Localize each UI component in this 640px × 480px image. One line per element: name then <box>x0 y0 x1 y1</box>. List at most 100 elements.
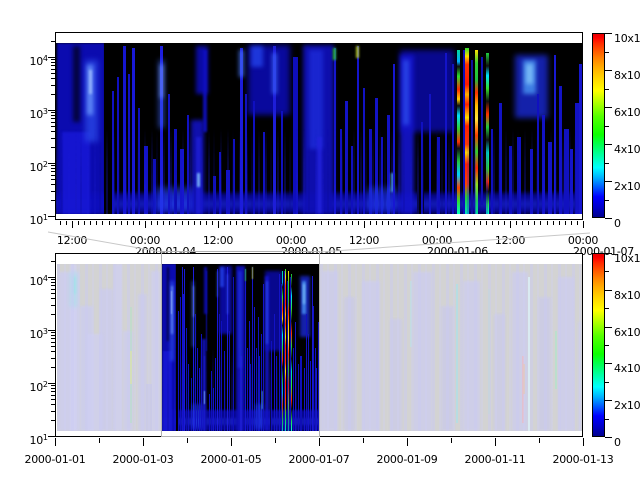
y-minor-tick <box>51 62 55 63</box>
detail-spectrogram-image[interactable] <box>56 43 582 214</box>
x-minor-tick <box>553 221 554 225</box>
spectrogram-feature <box>309 50 323 149</box>
x-minor-tick <box>480 221 481 225</box>
x-minor-tick <box>255 221 256 225</box>
colorbar-major-tick <box>605 107 612 108</box>
spectrogram-feature <box>263 132 265 214</box>
x-date-label: 2000-01-03 <box>109 448 177 467</box>
x-minor-tick <box>90 221 91 225</box>
x-tick-time-label: 12:00 <box>188 229 248 248</box>
x-minor-tick <box>182 221 183 225</box>
colorbar-minor-tick <box>605 163 609 164</box>
x-minor-tick <box>78 221 79 225</box>
colorbar-major-tick <box>605 327 612 328</box>
spectrogram-feature <box>494 314 505 431</box>
x-major-tick <box>72 221 73 228</box>
colorbar-major-tick <box>605 181 612 182</box>
colorbar-minor-tick <box>605 126 609 127</box>
colorbar-minor-tick <box>605 200 609 201</box>
x-minor-tick <box>230 221 231 225</box>
colorbar-minor-tick <box>605 308 609 309</box>
colorbar-major-tick <box>605 400 612 401</box>
y-minor-tick <box>51 332 55 333</box>
context-colorbar <box>592 253 605 437</box>
x-minor-tick <box>169 221 170 225</box>
x-minor-tick <box>498 221 499 225</box>
x-minor-tick <box>401 221 402 225</box>
y-minor-tick <box>51 168 55 169</box>
x-minor-tick <box>370 221 371 225</box>
y-minor-tick <box>51 131 55 132</box>
x-day-tick <box>407 438 408 446</box>
x-major-tick <box>218 221 219 228</box>
y-minor-tick <box>51 78 55 79</box>
spectrogram-feature <box>73 277 76 294</box>
spectrogram-time-series-viewer: 12:0000:002000-01-0412:0000:002000-01-05… <box>0 0 640 480</box>
spectrogram-feature <box>144 146 148 214</box>
detail-plot-area[interactable] <box>55 32 583 220</box>
x-minor-tick <box>121 221 122 225</box>
y-tick-label: 104 <box>21 50 48 69</box>
x-minor-tick <box>486 221 487 225</box>
x-minor-tick <box>516 221 517 225</box>
y-minor-tick <box>51 115 55 116</box>
spectrogram-feature <box>272 53 277 94</box>
spectrogram-feature <box>130 351 132 384</box>
y-minor-tick <box>51 138 55 139</box>
y-minor-tick <box>51 289 55 290</box>
spectrogram-feature <box>456 284 458 423</box>
colorbar-tick-label: 8x107 <box>614 284 640 303</box>
x-minor-tick <box>273 221 274 225</box>
y-tick-label: 102 <box>21 376 48 395</box>
spectrogram-feature <box>578 322 581 431</box>
spectrogram-feature <box>203 50 207 132</box>
x-minor-tick <box>540 221 541 225</box>
spectrogram-feature <box>317 137 322 214</box>
spectrogram-feature <box>530 149 533 214</box>
spectrogram-feature <box>123 46 126 214</box>
x-minor-tick <box>467 221 468 225</box>
spectrogram-feature <box>160 65 163 98</box>
x-day-tick <box>275 438 276 443</box>
x-minor-tick <box>492 221 493 225</box>
x-minor-tick <box>102 221 103 225</box>
x-minor-tick <box>303 221 304 225</box>
x-minor-tick <box>419 221 420 225</box>
time-selection-rectangle[interactable] <box>161 251 320 437</box>
colorbar-major-tick <box>605 218 612 219</box>
x-minor-tick <box>522 221 523 225</box>
colorbar-tick-label: 2x107 <box>614 394 640 413</box>
spectrogram-feature <box>356 46 359 58</box>
spectrogram-feature <box>293 57 298 214</box>
spectrogram-feature <box>73 46 80 121</box>
spectrogram-feature <box>322 271 338 431</box>
y-minor-tick <box>51 314 55 315</box>
y-major-tick <box>48 163 55 164</box>
spectrogram-feature <box>445 53 447 214</box>
spectrogram-feature <box>559 86 562 214</box>
y-minor-tick <box>51 126 55 127</box>
spectrogram-feature <box>437 137 440 214</box>
y-major-tick <box>48 436 55 437</box>
y-minor-tick <box>51 388 55 389</box>
spectrogram-feature <box>457 50 460 214</box>
spectrogram-feature <box>512 272 528 431</box>
x-minor-tick <box>346 221 347 225</box>
spectrogram-feature <box>62 132 90 214</box>
spectrogram-feature <box>281 111 283 214</box>
colorbar-tick-label: 6x107 <box>614 321 640 340</box>
x-minor-tick <box>455 221 456 225</box>
y-minor-tick <box>51 305 55 306</box>
spectrogram-feature <box>463 281 481 431</box>
y-minor-tick <box>51 118 55 119</box>
colorbar-major-tick <box>605 437 612 438</box>
y-major-tick <box>48 330 55 331</box>
y-minor-tick <box>51 367 55 368</box>
colorbar-tick-label: 0 <box>614 431 621 450</box>
y-minor-tick <box>51 351 55 352</box>
x-minor-tick <box>285 221 286 225</box>
x-major-tick <box>291 221 292 228</box>
x-minor-tick <box>267 221 268 225</box>
spectrogram-feature <box>481 57 483 206</box>
colorbar-minor-tick <box>605 345 609 346</box>
